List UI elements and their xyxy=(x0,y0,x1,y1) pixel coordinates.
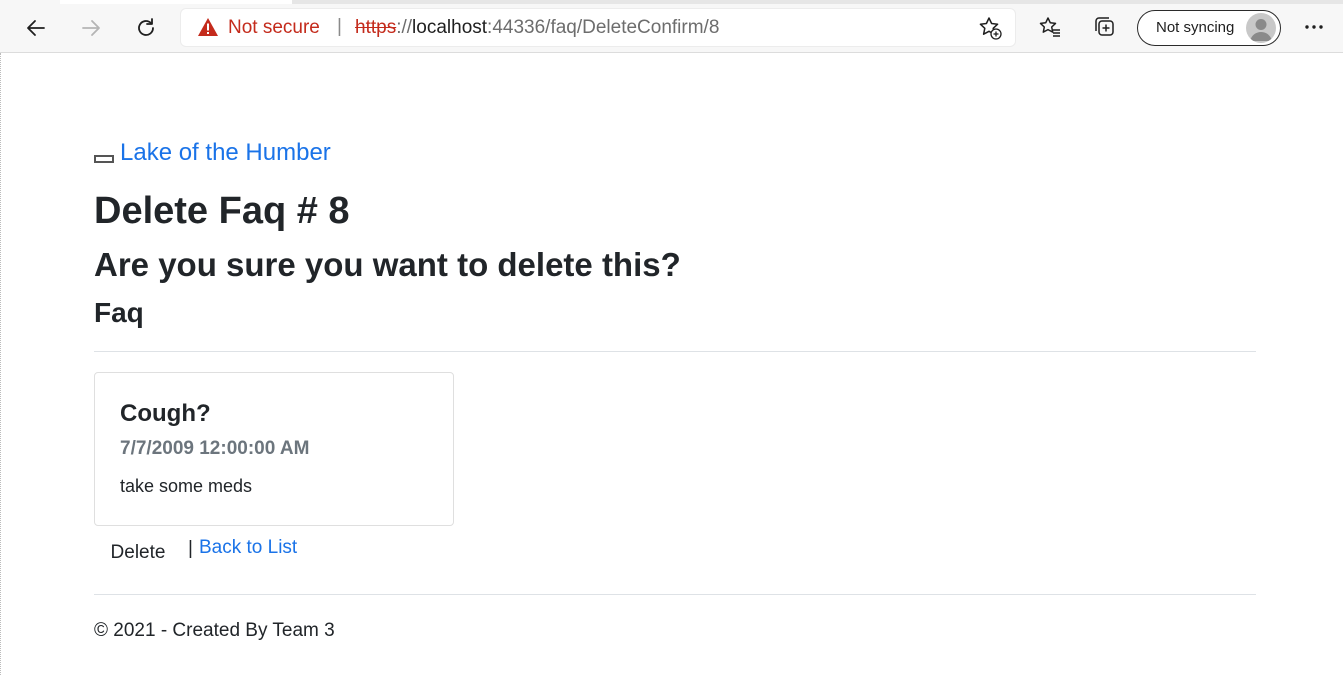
faq-date: 7/7/2009 12:00:00 AM xyxy=(120,438,310,459)
more-icon xyxy=(1305,25,1323,29)
refresh-button[interactable] xyxy=(129,11,163,45)
add-favorite-icon xyxy=(979,17,1002,40)
navbar-brand[interactable]: Lake of the Humber xyxy=(94,139,331,167)
address-separator: | xyxy=(337,16,342,37)
confirm-question: Are you sure you want to delete this? xyxy=(94,246,681,283)
entity-heading: Faq xyxy=(94,297,144,328)
footer-text: © 2021 - Created By Team 3 xyxy=(94,620,335,641)
url-scheme: https xyxy=(355,17,397,38)
add-favorite-button[interactable] xyxy=(977,15,1003,41)
url-scheme-separator: :// xyxy=(396,17,413,38)
favorites-icon xyxy=(1039,17,1060,37)
faq-question: Cough? xyxy=(120,400,211,427)
forward-button[interactable] xyxy=(74,11,108,45)
divider xyxy=(94,351,1256,352)
action-separator: | xyxy=(188,538,193,559)
collections-button[interactable] xyxy=(1091,13,1119,41)
forward-arrow-icon xyxy=(82,20,100,36)
page-title: Delete Faq # 8 xyxy=(94,190,350,232)
back-to-list-link[interactable]: Back to List xyxy=(199,537,297,559)
left-edge-divider xyxy=(0,53,2,675)
footer-divider xyxy=(94,594,1256,595)
faq-answer: take some meds xyxy=(120,476,253,496)
faq-card: Cough? 7/7/2009 12:00:00 AM take some me… xyxy=(94,372,454,526)
profile-sync-label: Not syncing xyxy=(1156,19,1235,36)
not-secure-label[interactable]: Not secure xyxy=(228,17,320,39)
active-tab-edge xyxy=(60,0,292,4)
refresh-icon xyxy=(138,18,154,36)
brand-image-icon xyxy=(94,155,114,163)
profile-button[interactable]: Not syncing xyxy=(1137,10,1281,46)
more-options-button[interactable] xyxy=(1300,13,1328,41)
brand-link[interactable]: Lake of the Humber xyxy=(120,139,331,167)
back-button[interactable] xyxy=(19,11,53,45)
delete-button[interactable]: Delete xyxy=(94,536,182,566)
warning-icon[interactable] xyxy=(197,17,219,37)
address-bar[interactable]: Not secure | https://localhost:44336/faq… xyxy=(181,9,1015,46)
url-host: localhost xyxy=(412,17,488,38)
browser-toolbar: Not secure | https://localhost:44336/faq… xyxy=(0,0,1343,53)
avatar-icon xyxy=(1246,13,1276,43)
favorites-button[interactable] xyxy=(1036,13,1064,41)
back-arrow-icon xyxy=(27,20,45,36)
url-path: :44336/faq/DeleteConfirm/8 xyxy=(487,17,720,38)
collections-icon xyxy=(1095,17,1114,36)
url-text[interactable]: https://localhost:44336/faq/DeleteConfir… xyxy=(355,17,719,39)
